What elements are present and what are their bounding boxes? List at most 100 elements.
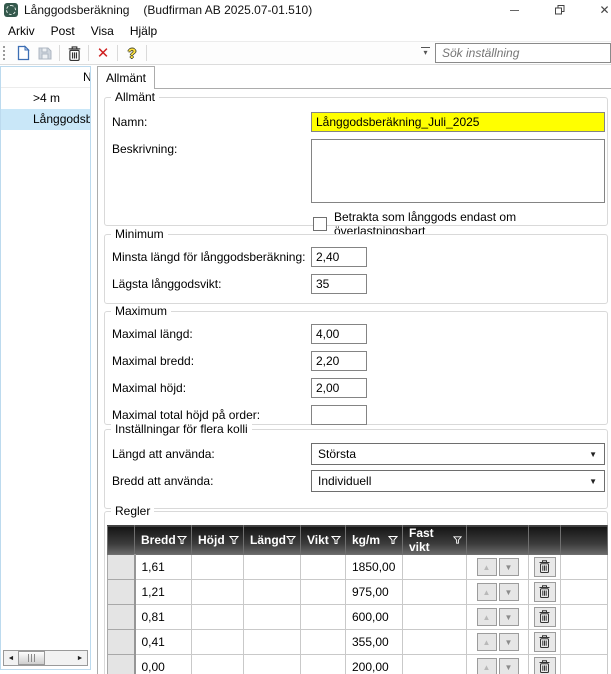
cell-fast-vikt[interactable] — [403, 605, 467, 630]
remove-button[interactable]: ✕ — [92, 43, 114, 63]
delete-row-button[interactable] — [534, 607, 556, 627]
filter-icon[interactable] — [388, 535, 398, 545]
overlast-checkbox[interactable] — [313, 217, 327, 231]
sidebar-horizontal-scrollbar[interactable]: ◄ ► — [3, 650, 88, 666]
move-up-button[interactable]: ▲ — [477, 658, 497, 674]
row-selector[interactable] — [108, 655, 135, 674]
move-up-button[interactable]: ▲ — [477, 633, 497, 651]
sidebar-item-langgodsberakning[interactable]: Långgodsberäkning_Juli_2025 — [1, 109, 90, 130]
tab-allmant[interactable]: Allmänt — [97, 66, 155, 89]
namn-input[interactable] — [311, 112, 605, 132]
cell-langd[interactable] — [244, 630, 301, 655]
cell-kgm[interactable]: 200,00 — [346, 655, 403, 674]
menu-hjalp[interactable]: Hjälp — [130, 24, 157, 38]
cell-fast-vikt[interactable] — [403, 580, 467, 605]
beskrivning-textarea[interactable] — [311, 139, 605, 203]
column-header-hojd[interactable]: Höjd — [192, 526, 244, 555]
move-down-button[interactable]: ▼ — [499, 583, 519, 601]
cell-kgm[interactable]: 600,00 — [346, 605, 403, 630]
sidebar-item-4m[interactable]: >4 m — [1, 88, 90, 109]
cell-vikt[interactable] — [301, 655, 346, 674]
minsta-langd-input[interactable] — [311, 247, 367, 267]
move-up-button[interactable]: ▲ — [477, 583, 497, 601]
column-header-move — [467, 526, 529, 555]
delete-row-button[interactable] — [534, 632, 556, 652]
column-header-langd[interactable]: Längd — [244, 526, 301, 555]
cell-fast-vikt[interactable] — [403, 655, 467, 674]
move-up-button[interactable]: ▲ — [477, 558, 497, 576]
toolbar-separator — [59, 45, 60, 61]
cell-hojd[interactable] — [192, 605, 244, 630]
column-header-bredd[interactable]: Bredd — [135, 526, 192, 555]
column-header-fast-vikt[interactable]: Fast vikt — [403, 526, 467, 555]
cell-hojd[interactable] — [192, 655, 244, 674]
cell-kgm[interactable]: 355,00 — [346, 630, 403, 655]
cell-bredd[interactable]: 0,00 — [135, 655, 192, 674]
cell-fast-vikt[interactable] — [403, 630, 467, 655]
filter-icon[interactable] — [177, 535, 187, 545]
delete-row-button[interactable] — [534, 557, 556, 577]
menu-post[interactable]: Post — [51, 24, 75, 38]
cell-langd[interactable] — [244, 555, 301, 580]
row-selector[interactable] — [108, 605, 135, 630]
sidebar-column-header[interactable]: Namn — [1, 67, 90, 88]
row-selector[interactable] — [108, 580, 135, 605]
cell-kgm[interactable]: 975,00 — [346, 580, 403, 605]
row-selector[interactable] — [108, 555, 135, 580]
langd-att-anvanda-dropdown[interactable]: Största ▼ — [311, 443, 605, 465]
cell-hojd[interactable] — [192, 555, 244, 580]
delete-row-button[interactable] — [534, 657, 556, 674]
filter-icon[interactable] — [453, 535, 462, 545]
cell-langd[interactable] — [244, 580, 301, 605]
scroll-left-icon[interactable]: ◄ — [4, 651, 18, 665]
maximal-total-hojd-input[interactable] — [311, 405, 367, 425]
maximal-langd-input[interactable] — [311, 324, 367, 344]
close-button[interactable]: ✕ — [582, 0, 611, 20]
toolbar-grip[interactable] — [3, 46, 8, 60]
cell-hojd[interactable] — [192, 630, 244, 655]
new-button[interactable] — [12, 43, 34, 63]
column-header-vikt[interactable]: Vikt — [301, 526, 346, 555]
bredd-att-anvanda-dropdown[interactable]: Individuell ▼ — [311, 470, 605, 492]
scrollbar-thumb[interactable] — [18, 651, 45, 665]
move-down-button[interactable]: ▼ — [499, 633, 519, 651]
restore-button[interactable] — [537, 0, 582, 20]
cell-filler — [561, 580, 608, 605]
cell-bredd[interactable]: 1,21 — [135, 580, 192, 605]
minimize-button[interactable] — [492, 0, 537, 20]
scroll-right-icon[interactable]: ► — [73, 651, 87, 665]
row-selector[interactable] — [108, 630, 135, 655]
cell-langd[interactable] — [244, 655, 301, 674]
cell-bredd[interactable]: 0,41 — [135, 630, 192, 655]
cell-bredd[interactable]: 0,81 — [135, 605, 192, 630]
menu-visa[interactable]: Visa — [91, 24, 114, 38]
lagsta-vikt-input[interactable] — [311, 274, 367, 294]
move-down-button[interactable]: ▼ — [499, 658, 519, 674]
menu-arkiv[interactable]: Arkiv — [8, 24, 35, 38]
cell-langd[interactable] — [244, 605, 301, 630]
maximal-bredd-input[interactable] — [311, 351, 367, 371]
delete-button[interactable] — [63, 43, 85, 63]
delete-row-button[interactable] — [534, 582, 556, 602]
filter-icon[interactable] — [229, 535, 239, 545]
cell-bredd[interactable]: 1,61 — [135, 555, 192, 580]
cell-vikt[interactable] — [301, 630, 346, 655]
cell-vikt[interactable] — [301, 605, 346, 630]
cell-fast-vikt[interactable] — [403, 555, 467, 580]
move-down-button[interactable]: ▼ — [499, 558, 519, 576]
column-header-kgm[interactable]: kg/m — [346, 526, 403, 555]
cell-filler — [561, 605, 608, 630]
help-button[interactable]: ? — [121, 43, 143, 63]
move-up-button[interactable]: ▲ — [477, 608, 497, 626]
save-button[interactable] — [34, 43, 56, 63]
filter-icon[interactable] — [331, 535, 341, 545]
cell-vikt[interactable] — [301, 555, 346, 580]
cell-vikt[interactable] — [301, 580, 346, 605]
filter-icon[interactable] — [286, 535, 296, 545]
move-down-button[interactable]: ▼ — [499, 608, 519, 626]
search-input[interactable] — [435, 43, 611, 63]
cell-hojd[interactable] — [192, 580, 244, 605]
cell-kgm[interactable]: 1850,00 — [346, 555, 403, 580]
maximal-hojd-input[interactable] — [311, 378, 367, 398]
toolbar-overflow-icon[interactable]: ▾ — [421, 47, 430, 56]
